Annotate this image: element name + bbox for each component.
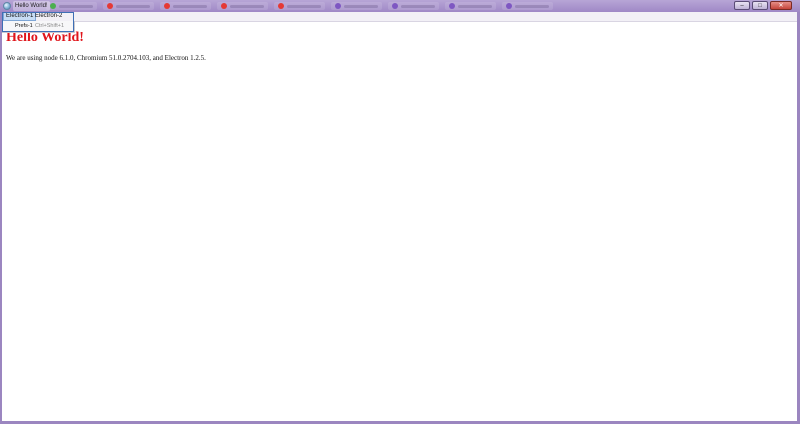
dropdown-focus-outline (2, 12, 74, 32)
background-tab (103, 2, 154, 10)
background-tab (388, 2, 439, 10)
maximize-button[interactable]: □ (752, 1, 768, 10)
background-tab (46, 2, 97, 10)
title-bar[interactable]: Hello World! – □ ✕ (0, 0, 800, 12)
minimize-button[interactable]: – (734, 1, 750, 10)
version-info-text: We are using node 6.1.0, Chromium 51.0.2… (6, 54, 206, 62)
electron-app-icon (3, 2, 11, 10)
background-tab (331, 2, 382, 10)
menu-bar: Electron-1 Electron-2 (2, 12, 798, 22)
window-title: Hello World! (13, 1, 50, 11)
window-controls: – □ ✕ (734, 1, 792, 11)
window-border-left (0, 12, 2, 424)
background-taskbar-strip (46, 2, 553, 10)
background-tab (502, 2, 553, 10)
page-content: Hello World! We are using node 6.1.0, Ch… (2, 22, 797, 421)
background-tab (274, 2, 325, 10)
close-button[interactable]: ✕ (770, 1, 792, 10)
background-tab (445, 2, 496, 10)
background-tab (217, 2, 268, 10)
background-tab (160, 2, 211, 10)
